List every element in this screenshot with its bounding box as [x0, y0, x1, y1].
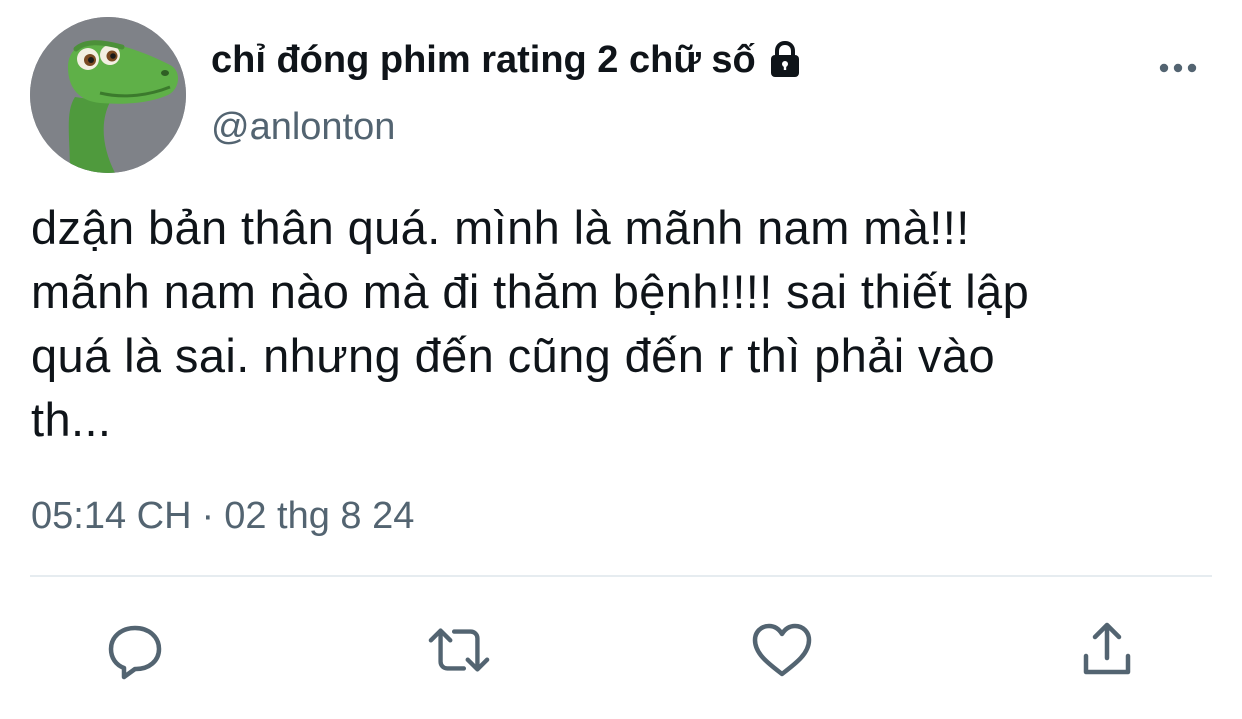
share-icon	[1083, 622, 1131, 675]
display-name[interactable]: chỉ đóng phim rating 2 chữ số	[211, 36, 806, 84]
tweet-time: 05:14 CH	[31, 495, 192, 537]
retweet-button[interactable]	[427, 618, 491, 682]
like-button[interactable]	[750, 618, 814, 682]
more-options-button[interactable]	[1156, 50, 1200, 86]
display-name-text: chỉ đóng phim rating 2 chữ số	[211, 39, 756, 81]
user-handle[interactable]: @anlonton	[211, 104, 395, 150]
heart-icon	[752, 623, 812, 677]
tweet-date: 02 thg 8 24	[224, 495, 415, 537]
share-button[interactable]	[1075, 618, 1139, 682]
avatar[interactable]	[30, 17, 186, 173]
divider	[30, 575, 1212, 577]
meta-separator: ·	[201, 495, 215, 537]
lock-icon	[764, 39, 806, 81]
tweet-text: dzận bản thân quá. mình là mãnh nam mà!!…	[31, 201, 1030, 446]
retweet-icon	[428, 628, 490, 672]
tweet-timestamp[interactable]: 05:14 CH · 02 thg 8 24	[31, 492, 414, 540]
more-icon	[1159, 63, 1197, 73]
avatar-image	[30, 17, 186, 173]
reply-button[interactable]	[103, 618, 167, 682]
reply-icon	[108, 625, 162, 680]
